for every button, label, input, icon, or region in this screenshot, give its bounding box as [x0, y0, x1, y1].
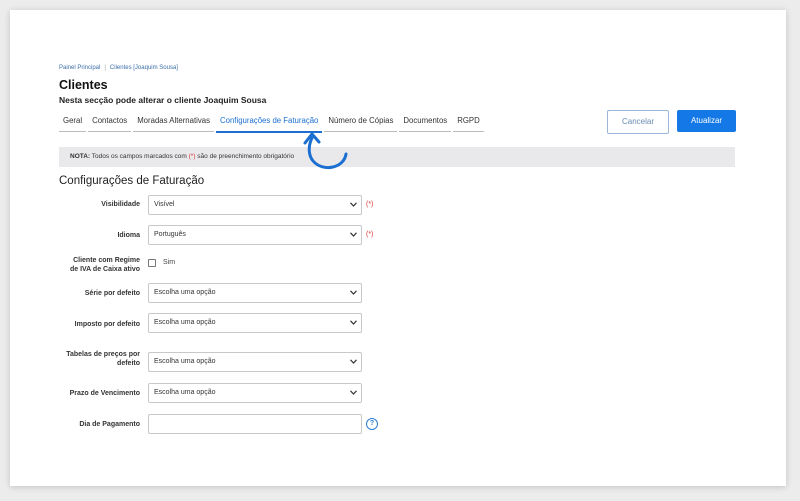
update-button[interactable]: Atualizar — [677, 110, 736, 132]
tab-contactos[interactable]: Contactos — [88, 113, 132, 132]
tab-bar: Geral Contactos Moradas Alternativas Con… — [59, 113, 486, 133]
breadcrumb: Painel Principal | Clientes [Joaquim Sousa… — [59, 65, 178, 71]
note-text-after: são de preenchimento obrigatório — [195, 153, 295, 160]
chevron-down-icon — [350, 290, 357, 295]
due-term-value: Escolha uma opção — [154, 389, 216, 396]
breadcrumb-separator: | — [104, 65, 106, 71]
language-label: Idioma — [117, 232, 140, 239]
visibility-label: Visibilidade — [101, 201, 140, 208]
note-text-before: Todos os campos marcados com — [90, 153, 189, 160]
chevron-down-icon — [350, 202, 357, 207]
breadcrumb-current[interactable]: Clientes [Joaquim Sousa] — [110, 65, 178, 71]
vat-cash-label-line1: Cliente com Regime — [73, 257, 140, 264]
chevron-down-icon — [350, 390, 357, 395]
page-subtitle: Nesta secção pode alterar o cliente Joaq… — [59, 95, 266, 105]
breadcrumb-home-link[interactable]: Painel Principal — [59, 65, 100, 71]
main-card — [10, 10, 786, 486]
tax-value: Escolha uma opção — [154, 319, 216, 326]
visibility-required-marker: (*) — [366, 201, 374, 208]
payment-day-label: Dia de Pagamento — [79, 421, 140, 428]
series-label: Série por defeito — [84, 290, 140, 297]
subtitle-text: Nesta secção pode alterar o cliente — [59, 95, 204, 105]
due-term-label: Prazo de Vencimento — [69, 390, 140, 397]
tax-label: Imposto por defeito — [74, 321, 140, 328]
tab-documentos[interactable]: Documentos — [399, 113, 452, 132]
price-tables-select[interactable]: Escolha uma opção — [148, 352, 362, 372]
series-select[interactable]: Escolha uma opção — [148, 283, 362, 303]
vat-cash-label-line2: de IVA de Caixa ativo — [69, 266, 140, 273]
language-required-marker: (*) — [366, 231, 374, 238]
price-tables-label: Tabelas de preços por defeito — [59, 350, 140, 368]
help-circle-icon[interactable]: ? — [366, 418, 378, 430]
due-term-select[interactable]: Escolha uma opção — [148, 383, 362, 403]
price-tables-value: Escolha uma opção — [154, 358, 216, 365]
tax-select[interactable]: Escolha uma opção — [148, 313, 362, 333]
page-title: Clientes — [59, 78, 108, 92]
language-select[interactable]: Português — [148, 225, 362, 245]
tab-rgpd[interactable]: RGPD — [453, 113, 484, 132]
chevron-down-icon — [350, 232, 357, 237]
price-tables-label-line2: defeito — [117, 360, 140, 367]
vat-cash-label: Cliente com Regime de IVA de Caixa ativo — [59, 256, 140, 274]
note-label: NOTA: — [70, 153, 91, 160]
series-value: Escolha uma opção — [154, 289, 216, 296]
tab-geral[interactable]: Geral — [59, 113, 87, 132]
price-tables-label-line1: Tabelas de preços por — [66, 351, 140, 358]
curved-arrow-icon — [303, 132, 348, 170]
chevron-down-icon — [350, 359, 357, 364]
chevron-down-icon — [350, 320, 357, 325]
visibility-value: Visível — [154, 201, 175, 208]
client-name: Joaquim Sousa — [203, 95, 267, 105]
vat-cash-checkbox[interactable] — [148, 259, 156, 267]
required-fields-note: NOTA: Todos os campos marcados com (*) s… — [59, 147, 735, 167]
language-value: Português — [154, 231, 186, 238]
vat-cash-option-label[interactable]: Sim — [163, 259, 175, 266]
visibility-select[interactable]: Visível — [148, 195, 362, 215]
tab-moradas-alternativas[interactable]: Moradas Alternativas — [133, 113, 214, 132]
payment-day-input[interactable] — [148, 414, 362, 434]
section-title: Configurações de Faturação — [59, 175, 205, 187]
cancel-button[interactable]: Cancelar — [607, 110, 669, 134]
